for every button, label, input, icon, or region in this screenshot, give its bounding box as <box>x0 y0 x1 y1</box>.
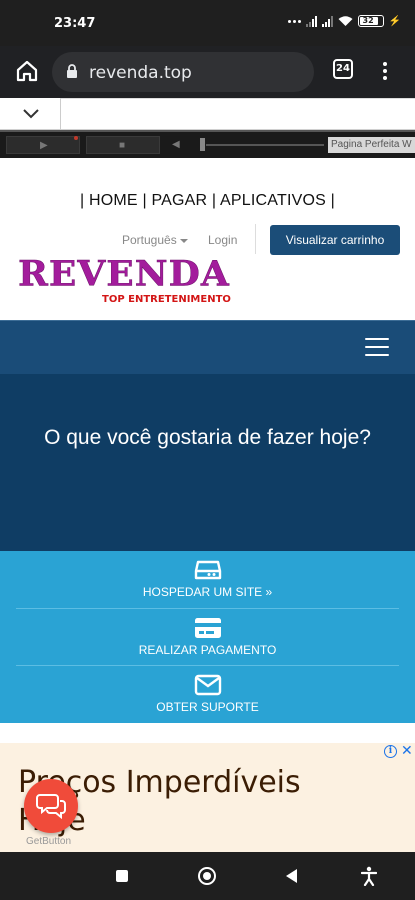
strip-divider <box>60 98 415 130</box>
volume-icon[interactable]: ◀ <box>172 139 180 150</box>
home-icon[interactable] <box>14 58 40 84</box>
stop-icon: ■ <box>119 140 126 151</box>
address-bar[interactable]: revenda.top <box>52 52 314 92</box>
close-icon[interactable]: ✕ <box>401 742 413 759</box>
url-text: revenda.top <box>89 63 192 83</box>
credit-card-icon <box>195 618 221 638</box>
envelope-icon <box>194 674 222 696</box>
play-button[interactable]: ▶ <box>6 136 80 154</box>
signal-icon <box>305 15 317 27</box>
battery-icon: 32 <box>357 15 384 27</box>
site-logo[interactable]: REVENDA TOP ENTRETENIMENTO <box>18 254 243 310</box>
wifi-icon <box>338 15 353 26</box>
login-link[interactable]: Login <box>208 233 237 247</box>
chevron-down-icon[interactable] <box>22 106 40 120</box>
language-selector[interactable]: Português <box>122 233 188 247</box>
host-site-action[interactable]: HOSPEDAR UM SITE » <box>16 551 399 608</box>
top-navigation[interactable]: | HOME | PAGAR | APLICATIVOS | <box>0 192 415 210</box>
hero-section: O que você gostaria de fazer hoje? <box>0 374 415 551</box>
ad-info-icon[interactable]: i <box>384 745 397 758</box>
seek-track[interactable] <box>206 144 324 146</box>
charging-icon: ⚡ <box>388 15 401 27</box>
accessibility-icon[interactable] <box>361 866 377 886</box>
logo-title: REVENDA <box>18 254 230 294</box>
get-support-label: OBTER SUPORTE <box>156 700 259 714</box>
seek-handle[interactable] <box>200 138 205 151</box>
system-navigation-bar <box>0 852 415 900</box>
collapse-strip <box>0 98 415 130</box>
battery-level: 32 <box>362 16 374 25</box>
view-cart-button[interactable]: Visualizar carrinho <box>270 225 400 255</box>
get-support-action[interactable]: OBTER SUPORTE <box>16 665 399 722</box>
language-label: Português <box>122 233 177 247</box>
play-icon: ▶ <box>40 140 48 151</box>
media-player-bar: ▶ ■ ◀ Pagina Perfeita W <box>0 130 415 158</box>
hero-title: O que você gostaria de fazer hoje? <box>44 426 371 449</box>
getbutton-brand: GetButton <box>26 836 72 847</box>
site-header: | HOME | PAGAR | APLICATIVOS | Português… <box>0 158 415 320</box>
hamburger-menu-icon[interactable] <box>365 338 389 356</box>
logo-subtitle: TOP ENTRETENIMENTO <box>102 294 231 305</box>
header-divider <box>255 224 256 254</box>
chat-button[interactable] <box>24 779 78 833</box>
actions-panel: HOSPEDAR UM SITE » REALIZAR PAGAMENTO OB… <box>0 551 415 723</box>
back-icon[interactable] <box>286 869 297 883</box>
status-icons: 32 ⚡ <box>287 15 401 27</box>
make-payment-label: REALIZAR PAGAMENTO <box>138 643 277 657</box>
site-navbar <box>0 320 415 374</box>
record-dot-icon <box>74 136 78 140</box>
more-notifications-icon <box>287 19 301 23</box>
status-time: 23:47 <box>54 16 96 31</box>
host-site-label: HOSPEDAR UM SITE » <box>142 585 273 599</box>
server-icon <box>194 560 222 580</box>
make-payment-action[interactable]: REALIZAR PAGAMENTO <box>16 608 399 665</box>
player-page-label: Pagina Perfeita W <box>328 137 415 153</box>
tab-switcher-button[interactable]: 24 <box>333 59 353 79</box>
status-bar: 23:47 32 ⚡ <box>0 0 415 46</box>
signal-2-icon <box>321 15 333 27</box>
home-circle-icon[interactable] <box>198 867 216 885</box>
lock-icon <box>67 64 77 78</box>
caret-down-icon <box>179 238 188 243</box>
stop-button[interactable]: ■ <box>86 136 160 154</box>
recent-apps-icon[interactable] <box>116 870 128 882</box>
browser-toolbar: revenda.top 24 <box>0 46 415 98</box>
chat-bubbles-icon <box>36 794 66 820</box>
browser-menu-icon[interactable] <box>378 58 392 84</box>
